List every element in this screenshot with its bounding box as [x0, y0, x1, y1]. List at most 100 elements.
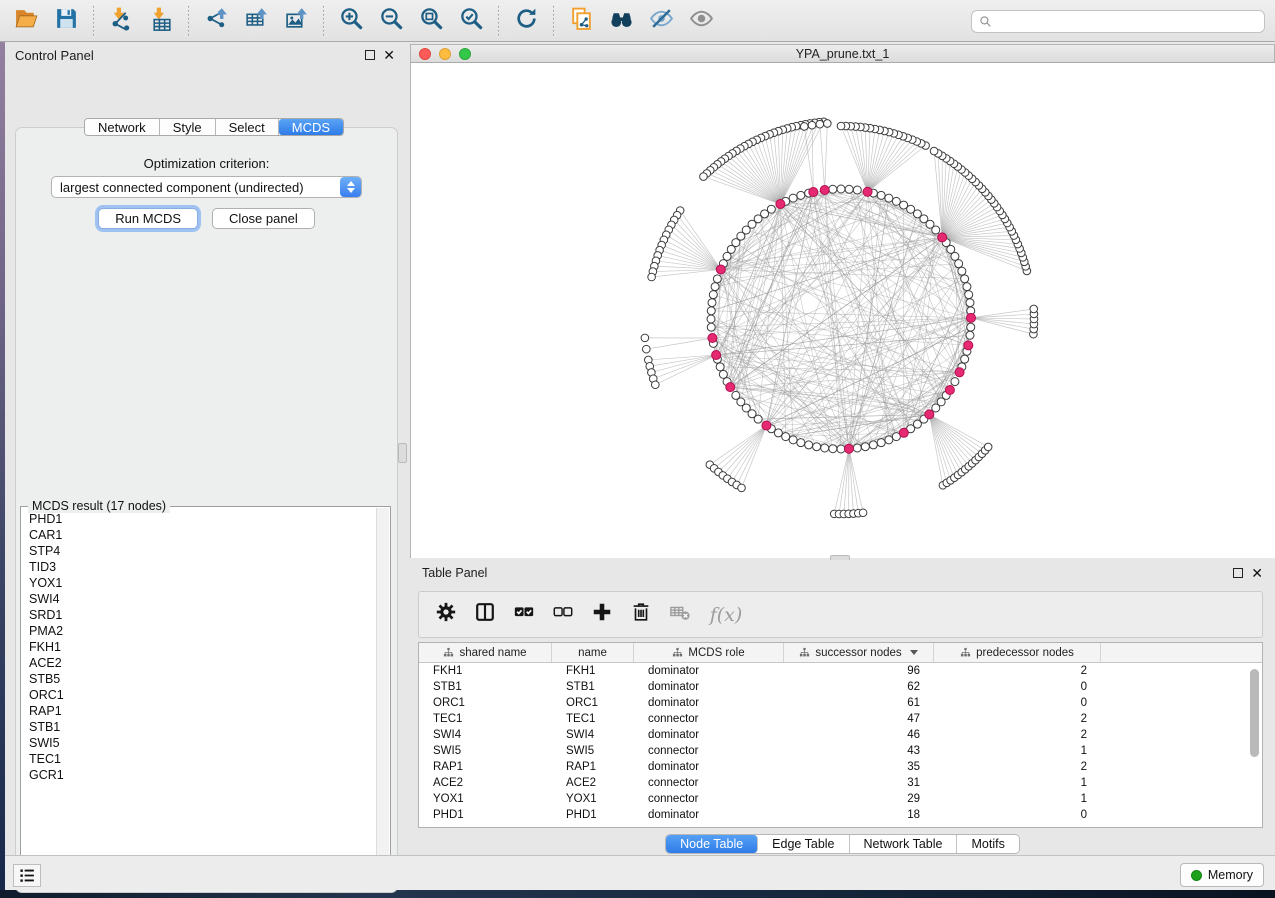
- tab-style[interactable]: Style: [160, 119, 216, 135]
- column-label: MCDS role: [688, 647, 744, 659]
- node-table[interactable]: shared name name MCDS role successor nodesp…: [418, 642, 1263, 828]
- mcds-result-item[interactable]: PHD1: [29, 511, 374, 527]
- zoom-selected-button[interactable]: [453, 4, 489, 38]
- table-row[interactable]: STB1STB1dominator620: [419, 679, 1262, 695]
- clone-network-button[interactable]: [563, 4, 599, 38]
- table-row[interactable]: ACE2ACE2connector311: [419, 775, 1262, 791]
- mcds-result-item[interactable]: YOX1: [29, 575, 374, 591]
- network-canvas[interactable]: [410, 63, 1275, 558]
- table-cell: dominator: [634, 809, 784, 821]
- tab-select[interactable]: Select: [216, 119, 279, 135]
- search-input[interactable]: [992, 11, 1264, 32]
- mcds-result-item[interactable]: STP4: [29, 543, 374, 559]
- table-cell: 0: [934, 809, 1101, 821]
- close-table-panel-icon[interactable]: ✕: [1251, 568, 1263, 578]
- mcds-result-item[interactable]: ORC1: [29, 687, 374, 703]
- table-cell: connector: [634, 777, 784, 789]
- column-header-MCDS-role[interactable]: MCDS role: [634, 643, 784, 662]
- table-row[interactable]: ORC1ORC1dominator610: [419, 695, 1262, 711]
- mcds-result-item[interactable]: STB5: [29, 671, 374, 687]
- mcds-result-item[interactable]: STB1: [29, 719, 374, 735]
- import-table-button[interactable]: [143, 4, 179, 38]
- table-cell: 47: [784, 713, 934, 725]
- table-row[interactable]: SWI4SWI4dominator462: [419, 727, 1262, 743]
- mcds-result-item[interactable]: TEC1: [29, 751, 374, 767]
- tab-edge-table[interactable]: Edge Table: [758, 835, 849, 853]
- mcds-result-item[interactable]: SWI5: [29, 735, 374, 751]
- mcds-result-item[interactable]: ACE2: [29, 655, 374, 671]
- float-table-panel-icon[interactable]: [1233, 568, 1243, 578]
- add-column-button[interactable]: [587, 600, 617, 630]
- close-panel-button[interactable]: Close panel: [212, 208, 315, 229]
- memory-button[interactable]: Memory: [1180, 863, 1264, 887]
- save-session-button[interactable]: [48, 4, 84, 38]
- mcds-result-list[interactable]: PHD1CAR1STP4TID3YOX1SWI4SRD1PMA2FKH1ACE2…: [22, 511, 374, 873]
- open-file-button[interactable]: [8, 4, 44, 38]
- float-panel-icon[interactable]: [365, 50, 375, 60]
- column-header-predecessor-nodes[interactable]: predecessor nodes: [934, 643, 1101, 662]
- mcds-result-item[interactable]: GCR1: [29, 767, 374, 783]
- add-column-icon: [591, 601, 613, 628]
- import-network-button[interactable]: [103, 4, 139, 38]
- export-image-button[interactable]: [278, 4, 314, 38]
- table-row[interactable]: RAP1RAP1dominator352: [419, 759, 1262, 775]
- tab-mcds[interactable]: MCDS: [279, 119, 343, 135]
- column-label: shared name: [459, 647, 526, 659]
- save-session-icon: [54, 6, 79, 36]
- table-scrollbar[interactable]: [1250, 669, 1259, 757]
- deselect-all-button[interactable]: [548, 600, 578, 630]
- column-header-name[interactable]: name: [552, 643, 634, 662]
- column-header-shared-name[interactable]: shared name: [419, 643, 552, 662]
- table-row[interactable]: FKH1FKH1dominator962: [419, 663, 1262, 679]
- mcds-result-item[interactable]: RAP1: [29, 703, 374, 719]
- table-row[interactable]: TEC1TEC1connector472: [419, 711, 1262, 727]
- export-network-button[interactable]: [198, 4, 234, 38]
- mcds-result-item[interactable]: FKH1: [29, 639, 374, 655]
- column-header-successor-nodes[interactable]: successor nodes: [784, 643, 934, 662]
- toolbar-separator: [93, 6, 94, 36]
- mcds-result-item[interactable]: PMA2: [29, 623, 374, 639]
- table-cell: 2: [934, 665, 1101, 677]
- toolbar-separator: [323, 6, 324, 36]
- mcds-result-item[interactable]: SWI4: [29, 591, 374, 607]
- table-row[interactable]: YOX1YOX1connector291: [419, 791, 1262, 807]
- mcds-result-item[interactable]: CAR1: [29, 527, 374, 543]
- gear-button[interactable]: [431, 600, 461, 630]
- mcds-result-box: MCDS result (17 nodes) PHD1CAR1STP4TID3Y…: [20, 506, 391, 878]
- tab-network-table[interactable]: Network Table: [850, 835, 958, 853]
- tab-network[interactable]: Network: [85, 119, 160, 135]
- zoom-fit-button[interactable]: [413, 4, 449, 38]
- optimization-criterion-select[interactable]: largest connected component (undirected): [51, 176, 362, 198]
- export-table-button[interactable]: [238, 4, 274, 38]
- table-row[interactable]: SWI5SWI5connector431: [419, 743, 1262, 759]
- table-cell: dominator: [634, 729, 784, 741]
- zoom-out-button[interactable]: [373, 4, 409, 38]
- network-graph[interactable]: [411, 63, 1274, 558]
- mcds-result-scrollbar[interactable]: [376, 508, 389, 876]
- hide-selected-button[interactable]: [643, 4, 679, 38]
- show-all-button[interactable]: [683, 4, 719, 38]
- mcds-result-item[interactable]: TID3: [29, 559, 374, 575]
- zoom-in-icon: [339, 6, 364, 36]
- close-panel-icon[interactable]: ✕: [383, 50, 395, 60]
- select-value: largest connected component (undirected): [52, 180, 340, 195]
- table-cell: RAP1: [419, 761, 552, 773]
- search-box[interactable]: [971, 10, 1265, 33]
- table-cell: 0: [934, 681, 1101, 693]
- table-row[interactable]: PHD1PHD1dominator180: [419, 807, 1262, 823]
- delete-column-button[interactable]: [626, 600, 656, 630]
- task-history-button[interactable]: [13, 864, 41, 887]
- zoom-in-button[interactable]: [333, 4, 369, 38]
- columns-button[interactable]: [470, 600, 500, 630]
- mcds-result-item[interactable]: SRD1: [29, 607, 374, 623]
- table-cell: RAP1: [552, 761, 634, 773]
- tab-motifs[interactable]: Motifs: [957, 835, 1018, 853]
- sort-desc-icon: [910, 650, 918, 655]
- first-neighbors-button[interactable]: [603, 4, 639, 38]
- run-mcds-button[interactable]: Run MCDS: [98, 208, 198, 229]
- select-all-button[interactable]: [509, 600, 539, 630]
- vertical-splitter-grip[interactable]: [398, 443, 407, 463]
- tab-node-table[interactable]: Node Table: [666, 835, 758, 853]
- refresh-network-button[interactable]: [508, 4, 544, 38]
- network-window-titlebar[interactable]: YPA_prune.txt_1: [410, 44, 1275, 63]
